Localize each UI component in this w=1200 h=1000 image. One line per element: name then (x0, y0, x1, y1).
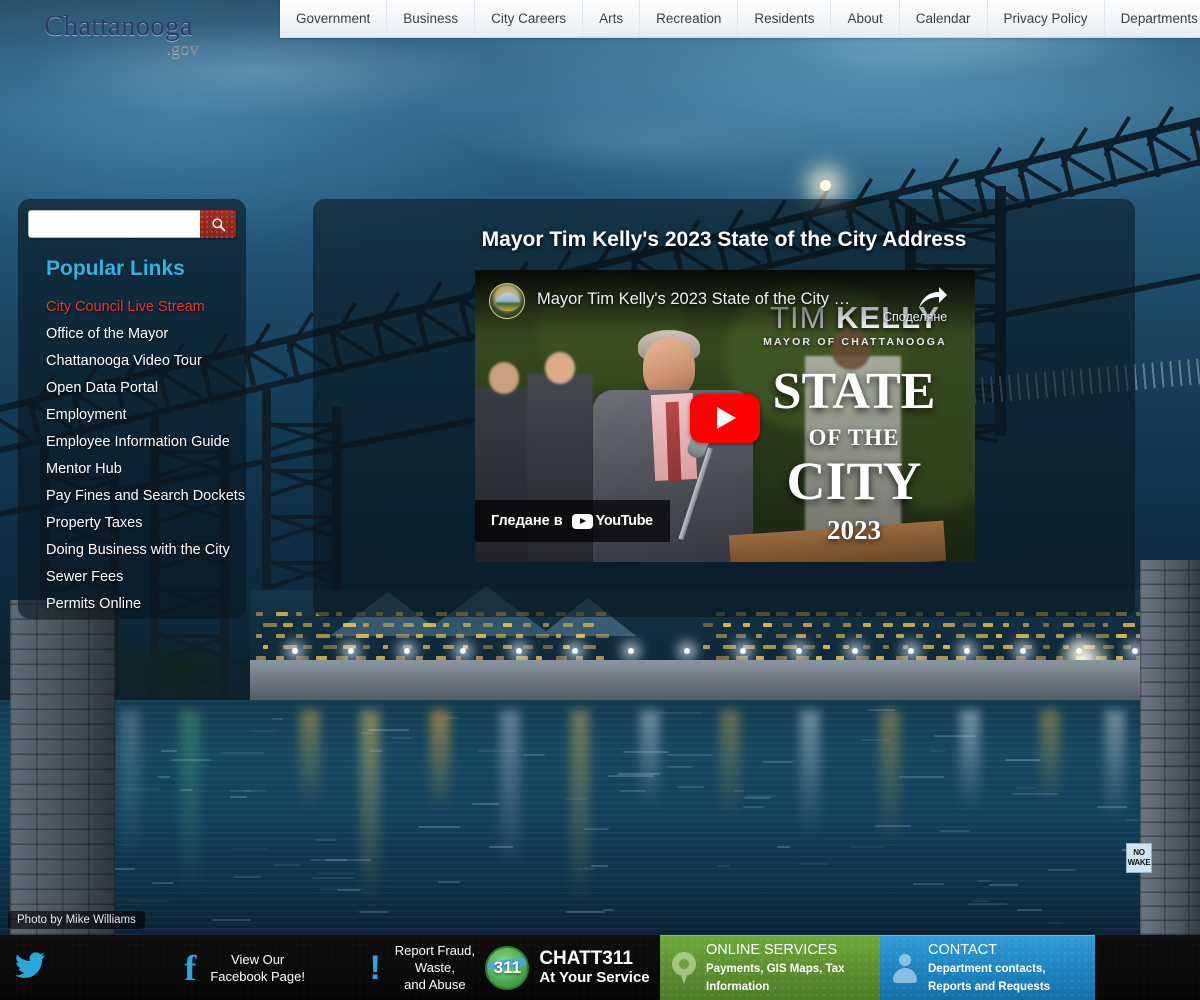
no-wake-sign: NO WAKE (1126, 843, 1152, 873)
contact-text: CONTACT Department contacts, Reports and… (928, 941, 1083, 995)
contact-subtitle: Department contacts, Reports and Request… (928, 963, 1050, 993)
chatt311-link[interactable]: 311 CHATT311 At Your Service (475, 935, 660, 1000)
popular-link-chattanooga-video-tour[interactable]: Chattanooga Video Tour (46, 348, 236, 375)
watch-on-youtube-button[interactable]: Гледане в YouTube (475, 500, 670, 542)
nav-item-departments[interactable]: Departments (1105, 0, 1200, 37)
nav-item-label: Government (296, 11, 370, 26)
online-services-title: ONLINE SERVICES (706, 942, 837, 958)
overlay-year: 2023 (733, 515, 975, 546)
nav-item-label: Business (403, 11, 458, 26)
nav-item-label: Recreation (656, 11, 721, 26)
popular-links-title: Popular Links (46, 257, 185, 281)
search-icon (211, 217, 226, 232)
fraud-label: Report Fraud, Waste, and Abuse (395, 942, 475, 993)
popular-link-open-data-portal[interactable]: Open Data Portal (46, 375, 236, 402)
nav-item-label: Arts (599, 11, 623, 26)
search-button[interactable] (200, 210, 236, 238)
facebook-link[interactable]: f View Our Facebook Page! (60, 935, 305, 1000)
nav-item-label: Privacy Policy (1004, 11, 1088, 26)
popular-link-property-taxes[interactable]: Property Taxes (46, 510, 236, 537)
popular-link-mentor-hub[interactable]: Mentor Hub (46, 456, 236, 483)
nav-item-recreation[interactable]: Recreation (640, 0, 738, 37)
facebook-line1: View Our (231, 952, 284, 967)
nav-item-residents[interactable]: Residents (738, 0, 831, 37)
photo-credit: Photo by Mike Williams (8, 911, 145, 929)
overlay-line1: STATE (733, 366, 975, 418)
twitter-link[interactable] (0, 935, 60, 1000)
fraud-line3: and Abuse (404, 977, 465, 992)
chatt311-title: CHATT311 (539, 948, 633, 969)
online-services-subtitle: Payments, GIS Maps, Tax Information (706, 963, 844, 993)
twitter-bird-icon (15, 952, 45, 983)
popular-link-city-council-live-stream[interactable]: City Council Live Stream (46, 294, 236, 321)
search-input[interactable] (28, 210, 200, 238)
youtube-label: YouTube (596, 513, 653, 529)
map-pin-icon (672, 952, 696, 984)
nav-item-calendar[interactable]: Calendar (900, 0, 988, 37)
youtube-logo-icon: YouTube (572, 513, 653, 529)
watch-on-label: Гледане в (491, 513, 563, 529)
feature-title: Mayor Tim Kelly's 2023 State of the City… (313, 228, 1135, 252)
search-bar (28, 210, 236, 238)
fraud-line1: Report Fraud, (395, 943, 475, 958)
overlay-line2: OF THE (733, 425, 975, 451)
popular-link-office-of-the-mayor[interactable]: Office of the Mayor (46, 321, 236, 348)
sidebar: Popular Links City Council Live Stream Of… (18, 199, 246, 619)
popular-link-employee-information-guide[interactable]: Employee Information Guide (46, 429, 236, 456)
popular-links-list: City Council Live Stream Office of the Ma… (46, 294, 236, 618)
no-wake-line2: WAKE (1128, 858, 1151, 867)
nav-item-about[interactable]: About (831, 0, 899, 37)
top-bar: Chattanooga .gov Government Business City … (0, 0, 1200, 46)
facebook-label: View Our Facebook Page! (210, 951, 305, 985)
facebook-line2: Facebook Page! (210, 969, 305, 984)
nav-item-label: Calendar (916, 11, 971, 26)
facebook-f-icon: f (184, 950, 196, 986)
chatt311-subtitle: At Your Service (539, 969, 649, 986)
online-services-panel[interactable]: ONLINE SERVICES Payments, GIS Maps, Tax … (660, 935, 880, 1000)
nav-item-privacy-policy[interactable]: Privacy Policy (988, 0, 1105, 37)
foreground-stone-pillar-right (1140, 560, 1200, 935)
site-logo[interactable]: Chattanooga .gov (0, 0, 280, 46)
popular-link-permits-online[interactable]: Permits Online (46, 591, 236, 618)
overlay-subtitle: MAYOR OF CHATTANOOGA (740, 336, 970, 348)
share-arrow-icon[interactable] (915, 284, 949, 312)
no-wake-line1: NO (1133, 848, 1144, 857)
contact-panel[interactable]: CONTACT Department contacts, Reports and… (880, 935, 1095, 1000)
chatt311-badge-number: 311 (494, 958, 521, 978)
contact-title: CONTACT (928, 942, 997, 958)
nav-item-label: Departments (1121, 11, 1198, 26)
main-navigation: Government Business City Careers Arts Recrea… (280, 0, 1200, 38)
popular-link-sewer-fees[interactable]: Sewer Fees (46, 564, 236, 591)
person-icon (892, 953, 918, 983)
chatt311-badge-icon: 311 (485, 946, 529, 990)
nav-item-label: City Careers (491, 11, 566, 26)
logo-text: Chattanooga .gov (44, 12, 193, 57)
nav-item-business[interactable]: Business (387, 0, 475, 37)
popular-link-employment[interactable]: Employment (46, 402, 236, 429)
nav-item-government[interactable]: Government (280, 0, 387, 37)
footer-bar: f View Our Facebook Page! ! Report Fraud… (0, 935, 1200, 1000)
nav-item-label: Residents (754, 11, 814, 26)
report-fraud-link[interactable]: ! Report Fraud, Waste, and Abuse (305, 935, 475, 1000)
youtube-video-player[interactable]: TIM KELLY MAYOR OF CHATTANOOGA STATE OF … (475, 270, 975, 562)
online-services-text: ONLINE SERVICES Payments, GIS Maps, Tax … (706, 941, 868, 995)
nav-item-label: About (847, 11, 882, 26)
chattanooga-city-seal-icon[interactable] (489, 283, 525, 319)
foreground-stone-pillar-left (10, 600, 115, 935)
video-title[interactable]: Mayor Tim Kelly's 2023 State of the City… (537, 290, 850, 309)
fraud-line2: Waste, (415, 960, 455, 975)
exclamation-icon: ! (369, 951, 380, 985)
overlay-line3: CITY (733, 454, 975, 508)
popular-link-pay-fines-and-search-dockets[interactable]: Pay Fines and Search Dockets (46, 483, 236, 510)
popular-link-doing-business-with-the-city[interactable]: Doing Business with the City (46, 537, 236, 564)
nav-item-arts[interactable]: Arts (583, 0, 640, 37)
water-reflections (0, 700, 1200, 935)
nav-item-city-careers[interactable]: City Careers (475, 0, 583, 37)
youtube-play-icon[interactable] (690, 394, 760, 443)
share-tooltip: Споделяне (883, 310, 947, 324)
chatt311-text: CHATT311 At Your Service (539, 949, 649, 987)
